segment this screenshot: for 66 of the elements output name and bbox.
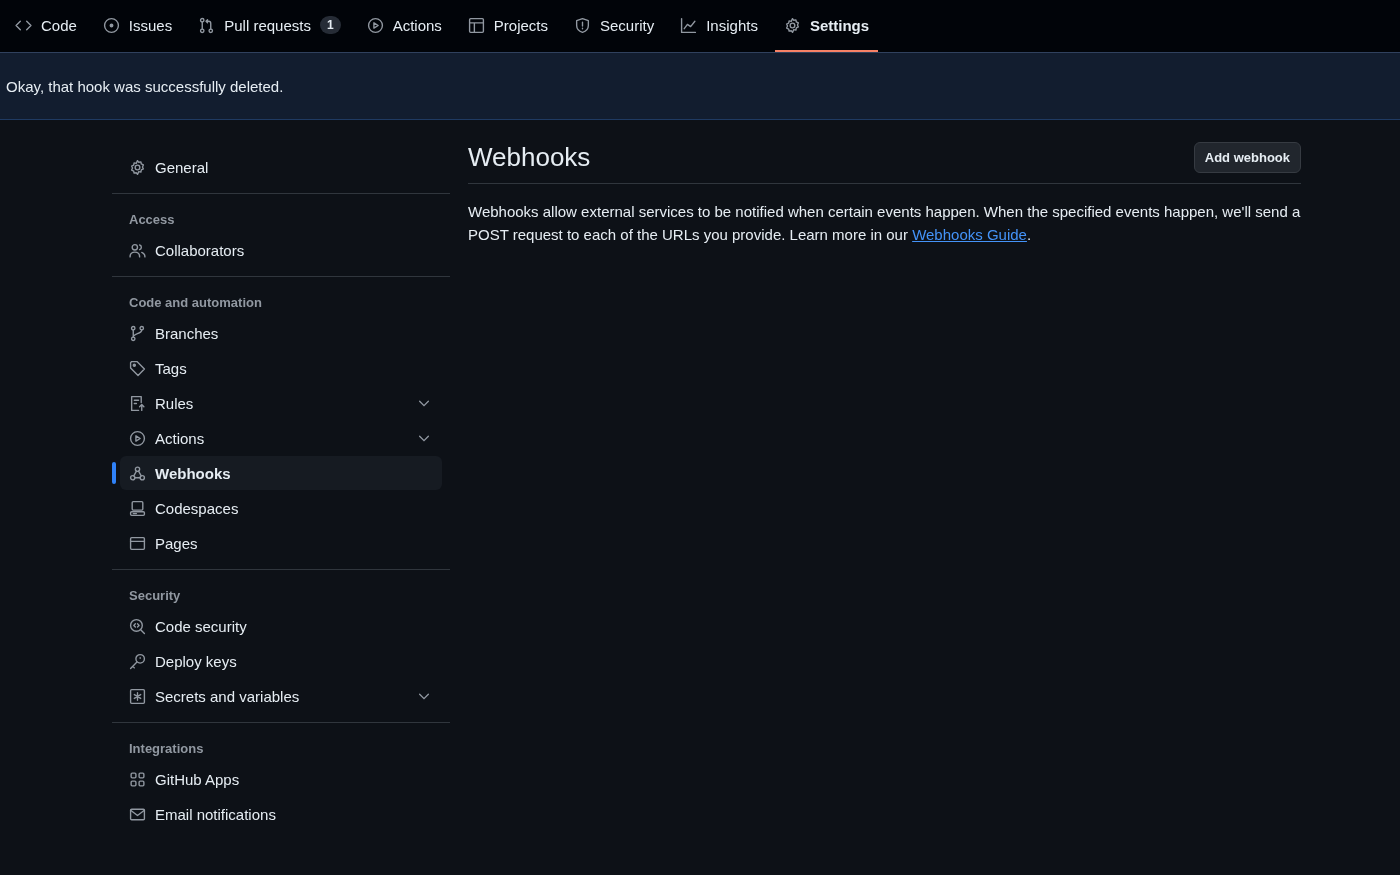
nav-tab[interactable]: Code <box>6 0 86 52</box>
nav-tab[interactable]: Actions <box>357 0 451 52</box>
sidebar-item[interactable]: Code security <box>120 609 442 643</box>
pull-request-icon <box>198 16 216 34</box>
nav-tab[interactable]: Insights <box>671 0 767 52</box>
guide-link[interactable]: Webhooks Guide <box>912 226 1027 243</box>
sidebar-item[interactable]: Branches <box>120 316 442 350</box>
settings-icon <box>129 158 146 176</box>
count-badge: 1 <box>319 16 341 34</box>
sidebar-label: Code security <box>155 617 248 635</box>
selection-bar <box>112 462 116 484</box>
sidebar-label: Codespaces <box>155 499 240 517</box>
flash-message: Okay, that hook was successfully deleted. <box>6 77 284 95</box>
sidebar-label: Secrets and variables <box>155 687 301 705</box>
computer-icon <box>129 499 146 517</box>
page-title: Webhooks <box>468 142 591 173</box>
sidebar-label: Actions <box>155 429 206 447</box>
rules-icon <box>129 394 146 412</box>
nav-tab[interactable]: Pull requests 1 <box>189 0 350 52</box>
section-heading: Security <box>128 587 182 605</box>
sidebar-item[interactable]: General <box>120 150 442 184</box>
add-webhook-button[interactable]: Add webhook <box>1193 142 1301 173</box>
sidebar-item[interactable]: Secrets and variables <box>120 679 442 713</box>
settings-icon <box>783 16 801 34</box>
sidebar-label: GitHub Apps <box>155 770 241 788</box>
key-icon <box>129 652 146 670</box>
section-heading: Access <box>128 211 176 229</box>
sidebar-label: Email notifications <box>155 805 277 823</box>
sidebar-label: General <box>155 158 210 176</box>
sidebar-item[interactable]: Codespaces <box>120 491 442 525</box>
sidebar-item[interactable]: Tags <box>120 351 442 385</box>
sidebar-item[interactable]: Pages <box>120 526 442 560</box>
code-scan-icon <box>129 617 146 635</box>
graph-icon <box>680 16 698 34</box>
sidebar-label: Collaborators <box>155 241 246 259</box>
section-heading: Integrations <box>128 740 205 758</box>
sidebar-item[interactable]: GitHub Apps <box>120 762 442 796</box>
sidebar-label: Branches <box>155 324 220 342</box>
sidebar-item[interactable]: Email notifications <box>120 797 442 831</box>
description-text: Webhooks allow external services to be notified when certain events happen. When the specified events happen, we'll send a POST request to each of the URLs you provide. Learn more in our Webhooks Guide. <box>468 202 1301 245</box>
play-icon <box>129 429 146 447</box>
table-icon <box>467 16 485 34</box>
mail-icon <box>129 805 146 823</box>
sidebar-item[interactable]: Actions <box>120 421 442 455</box>
sidebar-item[interactable]: Rules <box>120 386 442 420</box>
play-icon <box>366 16 384 34</box>
nav-tab[interactable]: Projects <box>458 0 557 52</box>
browser-icon <box>129 534 146 552</box>
webhook-icon <box>129 464 146 482</box>
sidebar-label: Webhooks <box>155 464 232 482</box>
sidebar-label: Pages <box>155 534 199 552</box>
nav-tab[interactable]: Security <box>565 0 664 52</box>
sidebar-item[interactable]: Collaborators <box>120 233 442 267</box>
sidebar-label: Rules <box>155 394 195 412</box>
tag-icon <box>129 359 146 377</box>
sidebar-item[interactable]: Deploy keys <box>120 644 442 678</box>
grid-icon <box>129 770 146 788</box>
branch-icon <box>129 324 146 342</box>
sidebar-label: Deploy keys <box>155 652 238 670</box>
asterisk-icon <box>129 687 146 705</box>
nav-tab[interactable]: Issues <box>93 0 182 52</box>
section-heading: Code and automation <box>128 294 263 312</box>
people-icon <box>129 241 146 259</box>
issue-icon <box>102 16 120 34</box>
sidebar-label: Tags <box>155 359 188 377</box>
shield-icon <box>574 16 591 34</box>
